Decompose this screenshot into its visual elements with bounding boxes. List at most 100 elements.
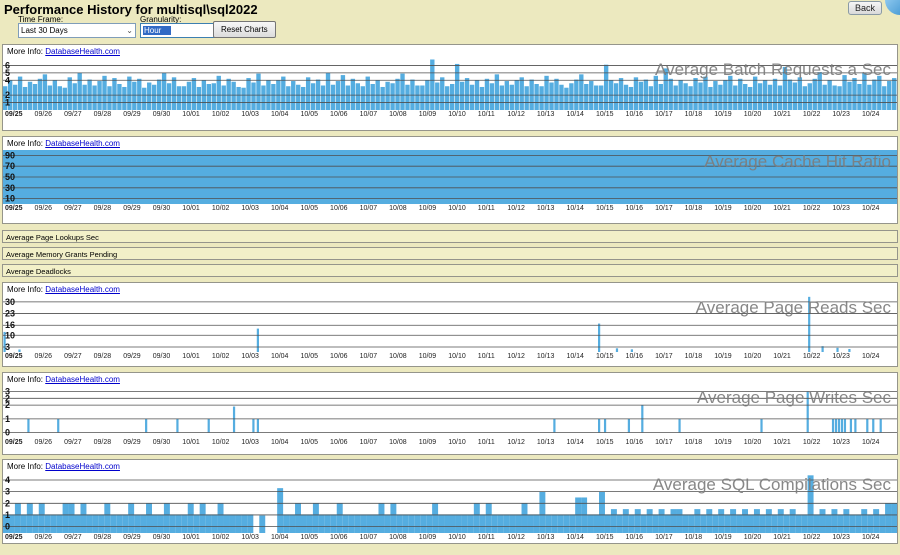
more-info-row: More Info: DatabaseHealth.com bbox=[3, 373, 897, 386]
x-axis-label: 10/05 bbox=[300, 534, 319, 541]
x-axis-label: 10/04 bbox=[270, 111, 289, 118]
database-health-link[interactable]: DatabaseHealth.com bbox=[45, 139, 120, 148]
x-axis-label: 10/11 bbox=[477, 439, 495, 446]
x-axis-label: 10/16 bbox=[625, 534, 644, 541]
x-axis-label: 10/10 bbox=[448, 111, 466, 118]
x-axis-label: 09/30 bbox=[152, 534, 171, 541]
x-axis-label: 10/04 bbox=[270, 534, 289, 541]
database-health-link[interactable]: DatabaseHealth.com bbox=[45, 375, 120, 384]
x-axis-label: 10/17 bbox=[655, 111, 673, 118]
x-axis-label: 10/13 bbox=[536, 205, 555, 212]
x-axis-label: 10/19 bbox=[714, 353, 732, 360]
svg-text:30: 30 bbox=[5, 183, 15, 193]
svg-text:70: 70 bbox=[5, 161, 15, 171]
svg-text:3: 3 bbox=[5, 342, 10, 352]
database-health-link[interactable]: DatabaseHealth.com bbox=[45, 462, 120, 471]
x-axis-label: 09/25 bbox=[5, 353, 23, 360]
x-axis-label: 10/08 bbox=[389, 205, 407, 212]
svg-text:4: 4 bbox=[5, 475, 10, 485]
x-axis-label: 09/29 bbox=[123, 111, 141, 118]
x-axis-label: 09/26 bbox=[34, 205, 53, 212]
x-axis-label: 10/21 bbox=[773, 205, 791, 212]
x-axis-label: 10/24 bbox=[861, 439, 880, 446]
x-axis-label: 09/28 bbox=[93, 439, 112, 446]
x-axis-label: 10/16 bbox=[625, 111, 644, 118]
x-axis-label: 10/02 bbox=[211, 534, 230, 541]
x-axis-label: 09/25 bbox=[5, 205, 23, 212]
x-axis-label: 09/27 bbox=[64, 353, 82, 360]
svg-text:10: 10 bbox=[5, 194, 15, 204]
x-axis-label: 09/28 bbox=[93, 205, 112, 212]
chevron-down-icon: ⌄ bbox=[126, 25, 133, 35]
x-axis-label: 09/30 bbox=[152, 353, 171, 360]
x-axis-dates: 09/25 09/26 09/27 09/28 09/29 09/30 10/01 10/02… bbox=[3, 352, 897, 363]
x-axis-label: 10/23 bbox=[832, 111, 850, 118]
chart-panel-page-writes: More Info: DatabaseHealth.com 32210 Aver… bbox=[2, 372, 898, 455]
x-axis-label: 10/04 bbox=[270, 353, 289, 360]
svg-text:50: 50 bbox=[5, 172, 15, 182]
database-health-link[interactable]: DatabaseHealth.com bbox=[45, 285, 120, 294]
x-axis-label: 09/26 bbox=[34, 353, 53, 360]
collapsed-panel-page-lookups[interactable]: Average Page Lookups Sec bbox=[2, 230, 898, 243]
x-axis-label: 10/18 bbox=[684, 205, 703, 212]
x-axis-label: 10/14 bbox=[566, 111, 584, 118]
x-axis-label: 10/11 bbox=[477, 353, 495, 360]
x-axis-label: 10/02 bbox=[211, 353, 230, 360]
chart-panel-page-reads: More Info: DatabaseHealth.com 30 23 16 10 3 … bbox=[2, 282, 898, 367]
x-axis-label: 10/08 bbox=[389, 353, 407, 360]
granularity-value: Hour bbox=[143, 26, 172, 35]
x-axis-label: 10/02 bbox=[211, 439, 230, 446]
x-axis-label: 10/14 bbox=[566, 439, 584, 446]
time-frame-select[interactable]: Last 30 Days ⌄ bbox=[18, 23, 136, 38]
x-axis-label: 10/12 bbox=[507, 534, 525, 541]
database-health-link[interactable]: DatabaseHealth.com bbox=[45, 47, 120, 56]
x-axis-label: 10/17 bbox=[655, 439, 673, 446]
x-axis-label: 10/05 bbox=[300, 353, 319, 360]
x-axis-label: 10/24 bbox=[861, 111, 880, 118]
svg-text:2: 2 bbox=[5, 498, 10, 508]
x-axis-label: 10/22 bbox=[802, 439, 821, 446]
x-axis-label: 10/15 bbox=[596, 205, 614, 212]
x-axis-label: 10/23 bbox=[832, 353, 850, 360]
x-axis-label: 10/22 bbox=[802, 205, 821, 212]
back-button[interactable]: Back bbox=[847, 1, 882, 15]
header: Performance History for multisql\sql2022… bbox=[0, 0, 900, 44]
x-axis-label: 10/18 bbox=[684, 439, 703, 446]
batch-requests-chart: 65421 bbox=[3, 59, 897, 110]
x-axis-label: 10/07 bbox=[359, 353, 378, 360]
x-axis-label: 09/29 bbox=[123, 353, 141, 360]
x-axis-label: 10/06 bbox=[330, 353, 348, 360]
reset-charts-button[interactable]: Reset Charts bbox=[213, 21, 276, 38]
chart-panel-batch-requests: More Info: DatabaseHealth.com 65421 Aver… bbox=[2, 44, 898, 131]
x-axis-label: 10/12 bbox=[507, 111, 525, 118]
x-axis-label: 10/07 bbox=[359, 439, 378, 446]
x-axis-label: 10/13 bbox=[536, 534, 555, 541]
more-info-label: More Info: bbox=[7, 139, 44, 148]
x-axis-label: 10/01 bbox=[182, 205, 200, 212]
x-axis-label: 10/24 bbox=[861, 534, 880, 541]
x-axis-label: 10/23 bbox=[832, 534, 850, 541]
x-axis-label: 10/06 bbox=[330, 205, 348, 212]
x-axis-label: 10/18 bbox=[684, 534, 703, 541]
x-axis-label: 09/26 bbox=[34, 534, 53, 541]
x-axis-label: 10/21 bbox=[773, 439, 791, 446]
collapsed-panel-deadlocks[interactable]: Average Deadlocks bbox=[2, 264, 898, 277]
x-axis-label: 10/10 bbox=[448, 353, 466, 360]
x-axis-label: 10/09 bbox=[418, 111, 437, 118]
x-axis-label: 10/09 bbox=[418, 353, 437, 360]
x-axis-label: 10/02 bbox=[211, 205, 230, 212]
x-axis-label: 10/21 bbox=[773, 353, 791, 360]
svg-text:2: 2 bbox=[5, 400, 10, 410]
x-axis-label: 10/02 bbox=[211, 111, 230, 118]
x-axis-label: 09/30 bbox=[152, 205, 171, 212]
x-axis-label: 09/25 bbox=[5, 534, 23, 541]
x-axis-label: 10/22 bbox=[802, 534, 821, 541]
x-axis-label: 10/01 bbox=[182, 111, 200, 118]
x-axis-label: 10/15 bbox=[596, 353, 614, 360]
collapsed-panel-memory-grants[interactable]: Average Memory Grants Pending bbox=[2, 247, 898, 260]
svg-text:1: 1 bbox=[5, 414, 10, 424]
x-axis-label: 09/29 bbox=[123, 205, 141, 212]
x-axis-label: 10/06 bbox=[330, 439, 348, 446]
x-axis-label: 09/30 bbox=[152, 111, 171, 118]
x-axis-dates: 09/25 09/26 09/27 09/28 09/29 09/30 10/01 10/02… bbox=[3, 533, 897, 543]
